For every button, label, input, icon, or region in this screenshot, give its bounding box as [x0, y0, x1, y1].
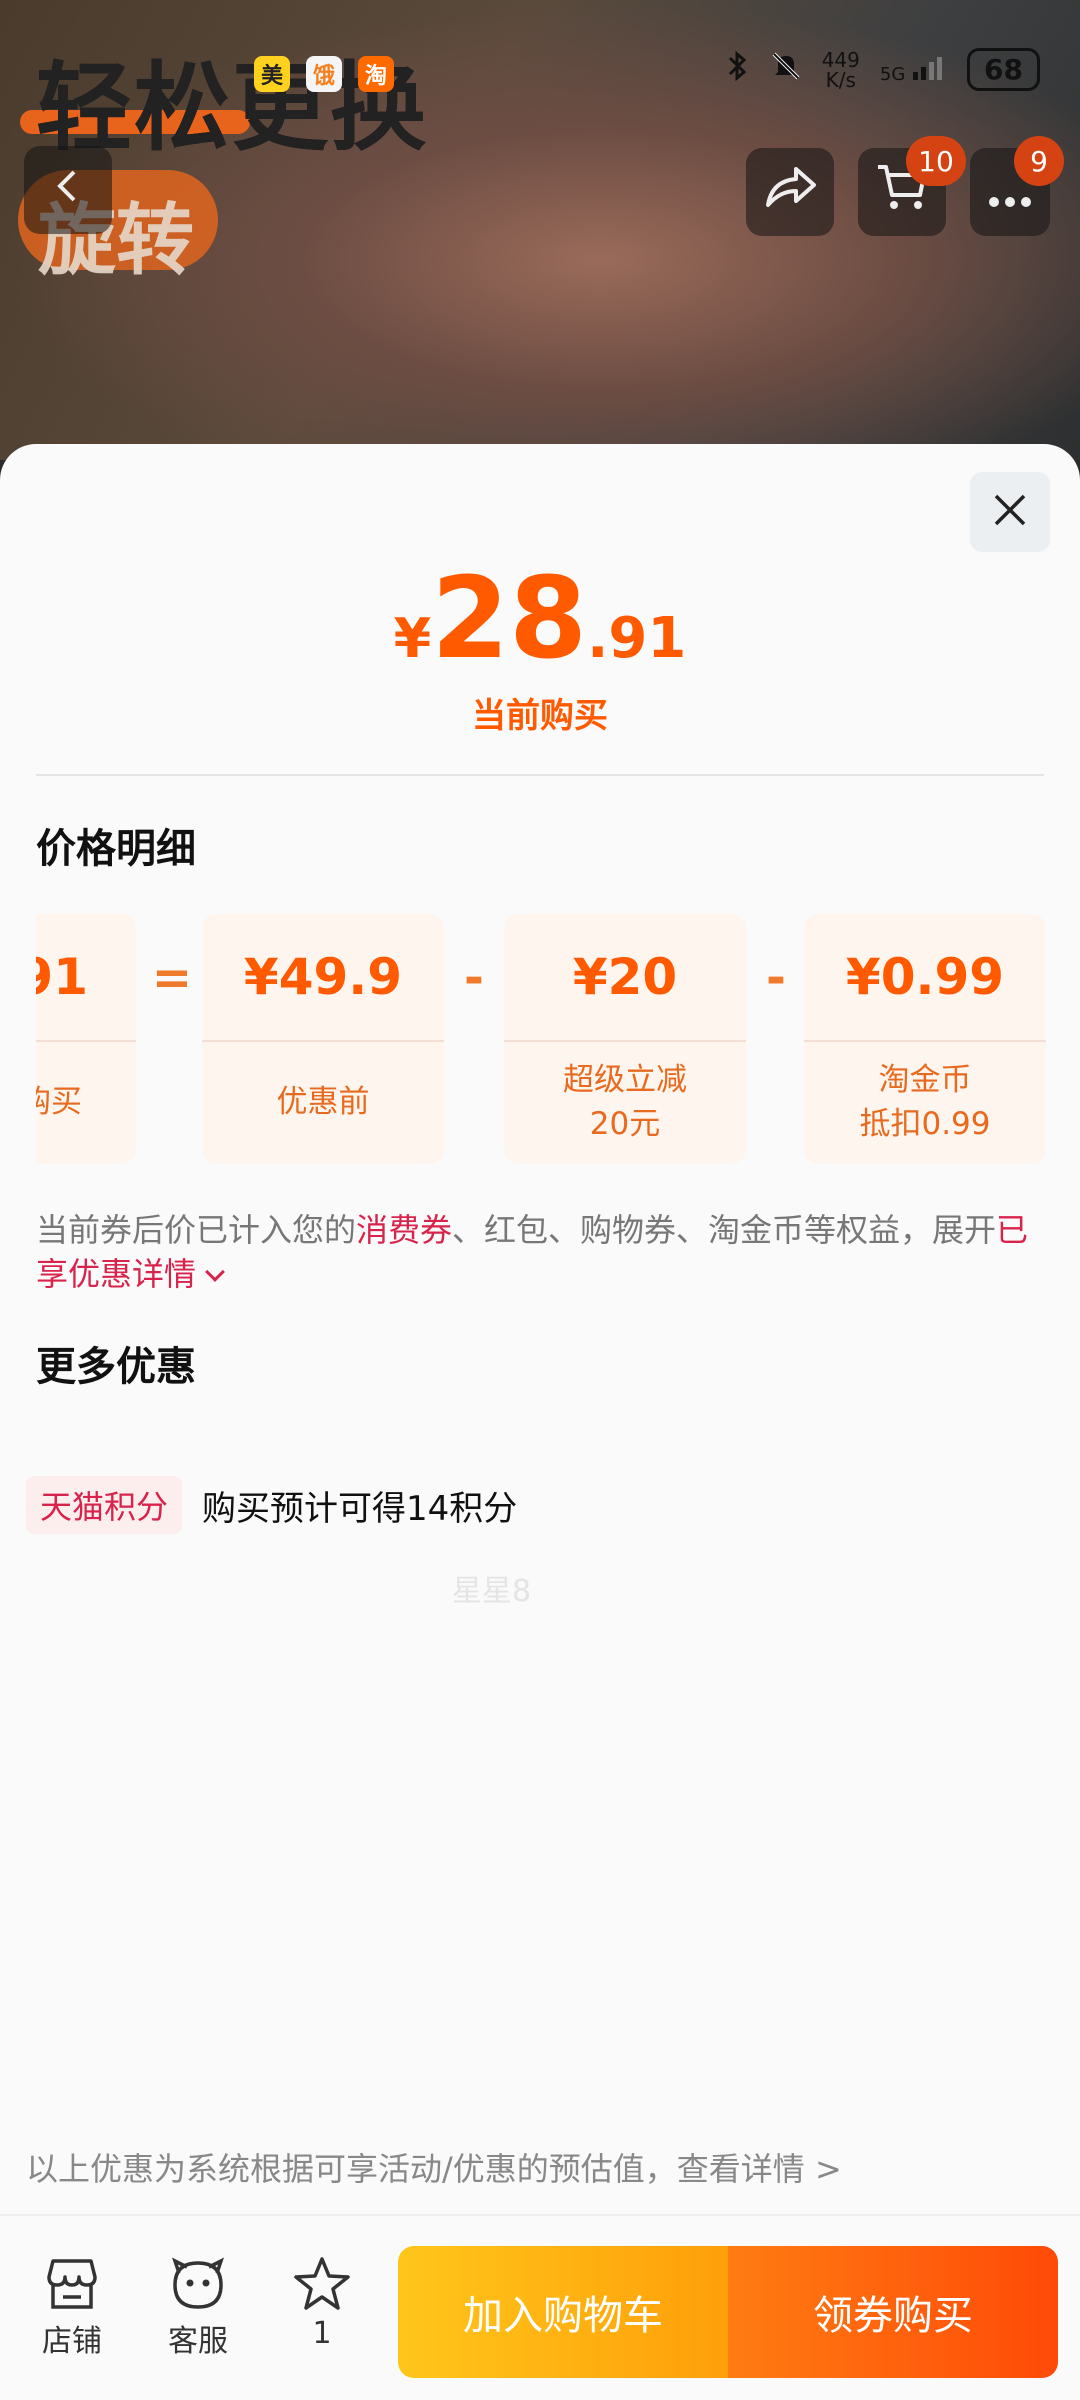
network-speed: 449 K/s [821, 47, 860, 92]
store-label: 店铺 [42, 2324, 102, 2359]
signal-indicator: 5G [880, 56, 947, 85]
favorite-tab[interactable]: 1 [272, 2252, 372, 2351]
breakdown-card-final: .91 购买 [36, 914, 136, 1164]
minus-operator: - [464, 950, 484, 1006]
battery-indicator: 68 [967, 48, 1040, 91]
message-count-badge: 9 [1014, 136, 1064, 186]
mute-bell-icon [770, 50, 802, 89]
points-offer-row: 天猫积分 购买预计可得14积分 [26, 1476, 517, 1534]
watermark: 星星8 [452, 1574, 532, 1609]
signal-bars-icon [911, 57, 947, 85]
store-icon [22, 2252, 122, 2316]
share-button[interactable] [746, 148, 834, 236]
cart-count-badge: 10 [906, 136, 966, 186]
store-tab[interactable]: 店铺 [22, 2252, 122, 2360]
add-to-cart-button[interactable]: 加入购物车 [398, 2246, 728, 2378]
more-button[interactable]: 9 [970, 136, 1064, 236]
status-bar: 449 K/s 5G 68 [726, 48, 1040, 91]
divider [36, 774, 1044, 776]
estimate-disclaimer-link[interactable]: 以上优惠为系统根据可享活动/优惠的预估值，查看详情 > [26, 2144, 842, 2190]
close-icon [992, 492, 1028, 532]
cart-button[interactable]: 10 [858, 136, 966, 236]
service-face-icon [148, 2252, 248, 2316]
current-price: ¥28.91 [393, 554, 687, 684]
favorite-count: 1 [312, 2316, 332, 2351]
coupon-buy-button[interactable]: 领券购买 [728, 2246, 1058, 2378]
tmall-points-tag: 天猫积分 [26, 1476, 183, 1534]
share-icon [762, 163, 818, 222]
bottom-action-bar: 店铺 客服 1 加入购物车 领券购买 [0, 2214, 1080, 2400]
current-price-block: ¥28.91 当前购买 [0, 554, 1080, 737]
more-offers-title: 更多优惠 [36, 1344, 196, 1390]
breakdown-card-coins: ¥0.99 淘金币 抵扣0.99 [804, 914, 1046, 1164]
customer-service-tab[interactable]: 客服 [148, 2252, 248, 2360]
points-description: 购买预计可得14积分 [202, 1488, 518, 1529]
equals-operator: = [151, 950, 193, 1006]
close-button[interactable] [970, 472, 1050, 552]
price-breakdown-cards[interactable]: .91 购买 = ¥49.9 优惠前 - ¥20 超级立减 20元 - ¥0.9… [36, 914, 1046, 1164]
taobao-badge: 淘 [358, 56, 394, 92]
consumer-coupon-link[interactable]: 消费券 [356, 1211, 452, 1249]
breakdown-title: 价格明细 [36, 826, 196, 872]
bluetooth-icon [726, 50, 750, 89]
minus-operator: - [766, 950, 786, 1006]
service-label: 客服 [168, 2324, 228, 2359]
star-icon [272, 2252, 372, 2316]
chevron-down-icon [205, 1262, 225, 1282]
discount-note: 当前券后价已计入您的消费券、红包、购物券、淘金币等权益，展开已享优惠详情 [36, 1211, 1029, 1293]
chevron-left-icon [48, 163, 88, 217]
price-label: 当前购买 [472, 696, 608, 736]
price-detail-sheet: ¥28.91 当前购买 价格明细 .91 购买 = ¥49.9 优惠前 - ¥2… [0, 444, 1080, 2214]
back-button[interactable] [24, 146, 112, 234]
breakdown-card-original: ¥49.9 优惠前 [202, 914, 444, 1164]
breakdown-card-discount: ¥20 超级立减 20元 [504, 914, 746, 1164]
eleme-badge: 饿 [306, 56, 342, 92]
meituan-badge: 美 [254, 56, 290, 92]
